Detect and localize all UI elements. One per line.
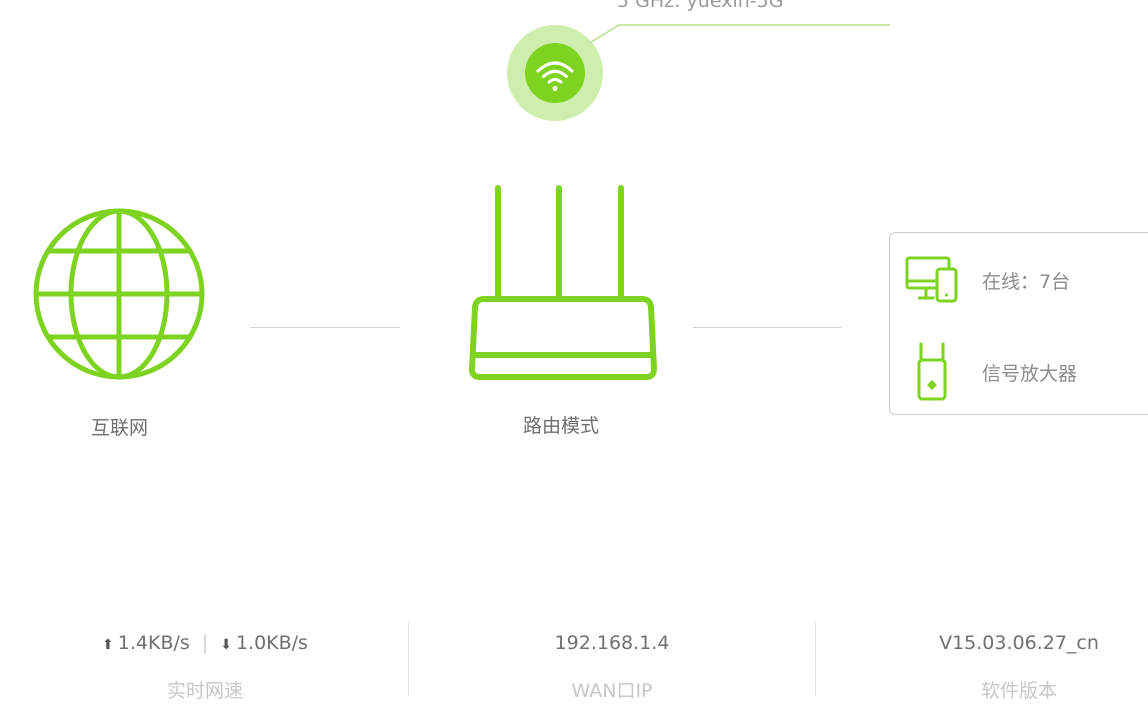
- realtime-speed-stat: ⬆ 1.4KB/s | ⬇ 1.0KB/s 实时网速: [2, 630, 408, 703]
- upload-speed: 1.4KB/s: [117, 632, 190, 654]
- firmware-version: V15.03.06.27_cn: [939, 632, 1099, 654]
- download-speed: 1.0KB/s: [235, 632, 308, 654]
- online-devices-count: 在线：7台: [982, 270, 1071, 293]
- wifi-icon[interactable]: [525, 43, 585, 103]
- devices-icon: [905, 256, 958, 303]
- online-devices-row[interactable]: 在线：7台: [904, 255, 1070, 305]
- firmware-stat: V15.03.06.27_cn 软件版本: [816, 630, 1148, 703]
- wan-ip-label: WAN口IP: [571, 680, 653, 702]
- router-mode-label[interactable]: 路由模式: [523, 411, 599, 438]
- signal-extender-icon: [917, 342, 947, 401]
- wifi-ssid-label[interactable]: 5 GHz: yuexin-5G: [617, 0, 783, 12]
- router-icon[interactable]: [466, 183, 660, 381]
- wan-ip-value: 192.168.1.4: [554, 632, 670, 654]
- connector-router-clients: [693, 327, 842, 328]
- internet-label: 互联网: [91, 417, 149, 439]
- wan-ip-stat: 192.168.1.4 WAN口IP: [409, 630, 815, 703]
- signal-extender-label: 信号放大器: [982, 362, 1078, 385]
- upload-arrow-icon: ⬆: [102, 637, 114, 653]
- speed-separator: |: [201, 632, 209, 654]
- download-arrow-icon: ⬇: [220, 637, 232, 653]
- connector-internet-router: [250, 327, 400, 328]
- realtime-speed-label: 实时网速: [166, 680, 243, 702]
- signal-extender-row[interactable]: 信号放大器: [904, 341, 1077, 403]
- firmware-label: 软件版本: [980, 680, 1057, 702]
- clients-panel: 在线：7台 信号放大器: [889, 232, 1148, 415]
- globe-icon[interactable]: [32, 207, 206, 381]
